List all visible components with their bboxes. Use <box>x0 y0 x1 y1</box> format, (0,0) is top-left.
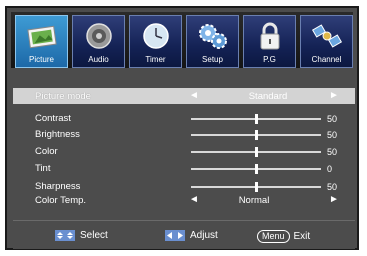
contrast-row[interactable]: Contrast 50 <box>13 110 355 126</box>
picture-settings-list: Picture mode ◄ Standard ► Contrast 50 Br… <box>13 74 355 214</box>
brightness-slider-knob[interactable] <box>255 130 258 140</box>
setup-icon <box>199 24 227 49</box>
tab-label: Setup <box>202 55 223 64</box>
picture-mode-value: Standard <box>248 91 288 102</box>
contrast-slider-knob[interactable] <box>255 114 258 124</box>
timer-icon <box>143 23 169 49</box>
right-arrow-icon[interactable]: ► <box>329 90 339 101</box>
tab-setup[interactable]: Setup <box>186 15 239 68</box>
left-arrow-icon[interactable]: ◄ <box>189 90 199 101</box>
key-help-footer: Select Adjust Menu Exit <box>13 220 355 249</box>
color-temp-label: Color Temp. <box>35 195 87 206</box>
color-slider-knob[interactable] <box>255 147 258 157</box>
satellite-icon <box>311 24 343 48</box>
tab-timer[interactable]: Timer <box>129 15 182 68</box>
up-down-arrows-icon <box>55 230 75 241</box>
tint-row[interactable]: Tint 0 <box>13 160 355 176</box>
tab-label: Timer <box>145 55 166 64</box>
audio-icon <box>86 23 112 49</box>
left-right-arrows-icon <box>165 230 185 241</box>
exit-label: Exit <box>293 231 311 242</box>
menu-tab-bar: Picture Audio Timer Setup P.G Channel <box>11 12 353 68</box>
picture-icon <box>27 25 57 49</box>
brightness-label: Brightness <box>35 129 80 140</box>
tab-audio[interactable]: Audio <box>72 15 125 68</box>
tab-label: Channel <box>311 55 342 64</box>
lock-icon <box>260 22 280 50</box>
sharpness-value: 50 <box>327 182 338 192</box>
tab-parental-guide[interactable]: P.G <box>243 15 296 68</box>
brightness-value: 50 <box>327 130 338 140</box>
tab-label: Picture <box>29 55 54 64</box>
menu-key-badge: Menu <box>257 230 290 243</box>
tint-label: Tint <box>35 163 51 174</box>
adjust-label: Adjust <box>190 230 218 242</box>
tint-slider-knob[interactable] <box>255 164 258 174</box>
tab-channel[interactable]: Channel <box>300 15 353 68</box>
tab-label: P.G <box>263 55 276 64</box>
adjust-hint: Adjust <box>165 230 218 241</box>
color-temp-value: Normal <box>238 195 270 206</box>
color-row[interactable]: Color 50 <box>13 143 355 159</box>
brightness-row[interactable]: Brightness 50 <box>13 126 355 142</box>
exit-hint: Menu Exit <box>257 230 310 243</box>
tint-value: 0 <box>327 164 333 174</box>
color-label: Color <box>35 146 58 157</box>
tv-osd-window: Picture Audio Timer Setup P.G Channel Pi… <box>5 6 359 250</box>
picture-mode-label: Picture mode <box>35 91 91 102</box>
tab-picture[interactable]: Picture <box>15 15 68 68</box>
right-arrow-icon[interactable]: ► <box>329 194 339 205</box>
select-label: Select <box>80 230 108 242</box>
color-value: 50 <box>327 147 338 157</box>
tab-label: Audio <box>88 55 109 64</box>
color-temp-row[interactable]: Color Temp. ◄ Normal ► <box>13 192 355 208</box>
sharpness-slider-knob[interactable] <box>255 182 258 192</box>
sharpness-label: Sharpness <box>35 181 81 192</box>
left-arrow-icon[interactable]: ◄ <box>189 194 199 205</box>
select-hint: Select <box>55 230 108 241</box>
contrast-value: 50 <box>327 114 338 124</box>
contrast-label: Contrast <box>35 113 71 124</box>
picture-mode-row[interactable]: Picture mode ◄ Standard ► <box>13 88 355 104</box>
